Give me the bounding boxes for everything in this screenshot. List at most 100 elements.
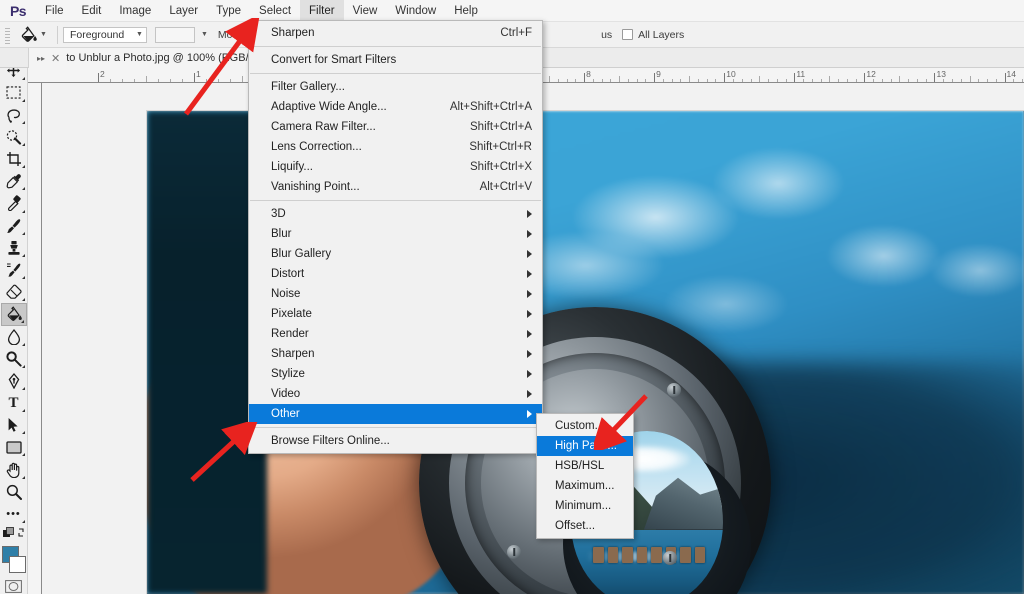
filter-menu-item-lens-correction[interactable]: Lens Correction... Shift+Ctrl+R <box>249 137 542 157</box>
contiguous-label-partial: us <box>601 28 613 41</box>
ruler-minor-tick <box>943 79 945 82</box>
brush-tool[interactable] <box>1 215 27 237</box>
horizontal-type-tool[interactable]: T <box>1 392 27 414</box>
all-layers-checkbox[interactable] <box>622 29 634 40</box>
screen-mode-and-swap-row[interactable] <box>1 525 27 542</box>
filter-menu-item-video[interactable]: Video <box>249 384 542 404</box>
pen-tool[interactable] <box>1 370 27 392</box>
ruler-minor-tick <box>925 79 927 82</box>
other-submenu[interactable]: Custom... High Pass... HSB/HSL Maximum... Mi… <box>536 413 634 539</box>
ruler-minor-tick <box>1013 79 1015 82</box>
tab-close-icon[interactable]: ✕ <box>51 52 60 65</box>
ruler-minor-tick <box>768 79 770 82</box>
filter-menu-item-blur[interactable]: Blur <box>249 224 542 244</box>
filter-menu-item-filter-gallery[interactable]: Filter Gallery... <box>249 77 542 97</box>
ruler-minor-tick <box>601 79 603 82</box>
filter-menu-item-3d[interactable]: 3D <box>249 204 542 224</box>
filter-dropdown-menu[interactable]: Sharpen Ctrl+F Convert for Smart Filters Fi… <box>248 20 543 454</box>
edit-toolbar-more-tools[interactable]: ••• <box>1 503 27 525</box>
fill-source-select[interactable]: Foreground ▼ <box>62 26 147 43</box>
spot-healing-brush-tool[interactable] <box>1 192 27 214</box>
menu-item-shortcut: Ctrl+F <box>500 27 532 39</box>
pattern-swatch[interactable] <box>154 26 195 43</box>
history-brush-tool[interactable] <box>1 259 27 281</box>
path-selection-tool[interactable] <box>1 414 27 436</box>
eraser-tool[interactable] <box>1 281 27 303</box>
filter-menu-item-vanishing-point[interactable]: Vanishing Point... Alt+Ctrl+V <box>249 177 542 197</box>
menu-select[interactable]: Select <box>250 0 300 22</box>
filter-menu-item-liquify[interactable]: Liquify... Shift+Ctrl+X <box>249 157 542 177</box>
dodge-tool[interactable] <box>1 348 27 370</box>
ruler-minor-tick <box>110 79 111 82</box>
ruler-minor-tick <box>619 76 621 82</box>
all-layers-option[interactable]: All Layers <box>622 29 688 41</box>
rectangular-marquee-tool[interactable] <box>1 82 27 104</box>
eyedropper-tool[interactable] <box>1 170 27 192</box>
menu-view[interactable]: View <box>344 0 387 22</box>
crop-tool[interactable] <box>1 148 27 170</box>
filter-menu-item-other[interactable]: Other <box>249 404 542 424</box>
filter-menu-item-stylize[interactable]: Stylize <box>249 364 542 384</box>
other-submenu-item-high-pass[interactable]: High Pass... <box>537 436 633 456</box>
chevron-down-icon[interactable]: ▼ <box>136 31 143 38</box>
filter-menu-item-convert-for-smart-filters[interactable]: Convert for Smart Filters <box>249 50 542 70</box>
clone-stamp-tool[interactable] <box>1 237 27 259</box>
menu-item-shortcut: Alt+Ctrl+V <box>479 181 532 193</box>
blur-tool[interactable] <box>1 326 27 348</box>
menu-window[interactable]: Window <box>386 0 445 22</box>
menu-separator <box>250 73 541 74</box>
menu-image[interactable]: Image <box>110 0 160 22</box>
paint-bucket-tool[interactable] <box>0 303 27 326</box>
menu-item-label: Offset... <box>555 520 596 532</box>
chevron-down-icon[interactable]: ▼ <box>201 31 208 38</box>
options-bar-grip[interactable] <box>3 25 12 44</box>
menu-layer[interactable]: Layer <box>160 0 207 22</box>
menu-file[interactable]: File <box>36 0 73 22</box>
hand-tool[interactable] <box>1 458 27 480</box>
ruler-minor-tick <box>890 79 892 82</box>
quick-selection-tool[interactable] <box>1 126 27 148</box>
menu-help[interactable]: Help <box>445 0 487 22</box>
menu-type[interactable]: Type <box>207 0 250 22</box>
other-submenu-item-maximum[interactable]: Maximum... <box>537 476 633 496</box>
filter-menu-item-browse-filters-online[interactable]: Browse Filters Online... <box>249 431 542 451</box>
ruler-label: 9 <box>656 69 661 79</box>
menu-edit[interactable]: Edit <box>73 0 111 22</box>
zoom-tool[interactable] <box>1 481 27 503</box>
ruler-minor-tick <box>995 79 997 82</box>
ruler-minor-tick <box>881 79 883 82</box>
ruler-minor-tick <box>680 79 682 82</box>
filter-menu-item-adaptive-wide-angle[interactable]: Adaptive Wide Angle... Alt+Shift+Ctrl+A <box>249 97 542 117</box>
filter-menu-item-sharpen[interactable]: Sharpen <box>249 344 542 364</box>
rectangle-tool[interactable] <box>1 436 27 458</box>
fill-source-value: Foreground <box>69 28 125 41</box>
menu-filter[interactable]: Filter <box>300 0 344 22</box>
chevron-down-icon[interactable]: ▼ <box>40 31 47 38</box>
filter-menu-item-sharpen[interactable]: Sharpen Ctrl+F <box>249 23 542 43</box>
filter-menu-item-pixelate[interactable]: Pixelate <box>249 304 542 324</box>
filter-menu-item-distort[interactable]: Distort <box>249 264 542 284</box>
filter-menu-item-blur-gallery[interactable]: Blur Gallery <box>249 244 542 264</box>
ruler-minor-tick <box>715 79 717 82</box>
lasso-tool[interactable] <box>1 104 27 126</box>
tab-collapse-icon[interactable]: ▸▸ <box>37 54 45 63</box>
background-color-swatch[interactable] <box>8 555 26 573</box>
active-tool-preset-picker[interactable]: ▼ <box>12 26 52 43</box>
ruler-minor-tick <box>750 79 752 82</box>
menu-item-label: Blur Gallery <box>271 248 332 260</box>
other-submenu-item-minimum[interactable]: Minimum... <box>537 496 633 516</box>
other-submenu-item-custom[interactable]: Custom... <box>537 416 633 436</box>
more-tools-glyph: ••• <box>6 507 21 520</box>
menu-item-label: High Pass... <box>555 440 617 452</box>
filter-menu-item-render[interactable]: Render <box>249 324 542 344</box>
menu-item-label: Video <box>271 388 301 400</box>
quick-mask-mode-button[interactable] <box>5 579 23 594</box>
filter-menu-item-camera-raw-filter[interactable]: Camera Raw Filter... Shift+Ctrl+A <box>249 117 542 137</box>
other-submenu-item-hsb-hsl[interactable]: HSB/HSL <box>537 456 633 476</box>
other-submenu-item-offset[interactable]: Offset... <box>537 516 633 536</box>
ruler-minor-tick <box>733 79 734 82</box>
filter-menu-item-noise[interactable]: Noise <box>249 284 542 304</box>
tools-panel[interactable]: T ••• <box>0 48 28 594</box>
lens-screw-bottom-right <box>663 551 677 565</box>
color-swatches[interactable] <box>1 545 27 574</box>
